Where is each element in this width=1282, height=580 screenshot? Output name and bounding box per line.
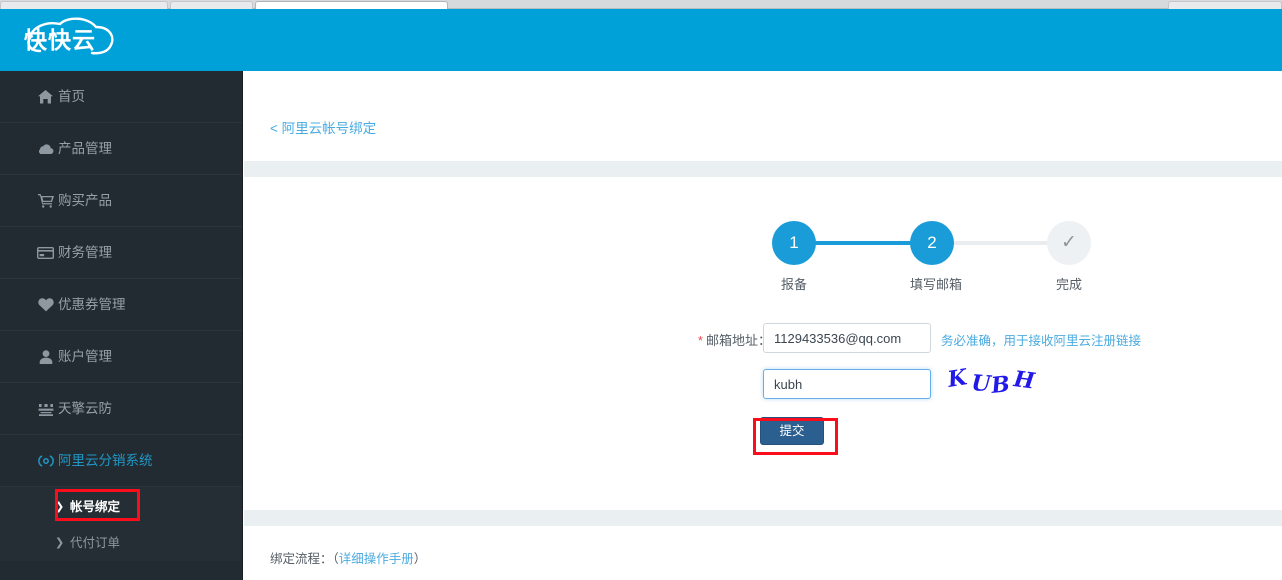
top-header-bar: 快快云 [0, 9, 1282, 71]
sidebar-item-label: 首页 [58, 89, 85, 104]
required-asterisk: * [697, 333, 703, 348]
check-icon: ✓ [1061, 232, 1077, 253]
shield-icon [37, 383, 54, 435]
binding-process-suffix: ） [413, 552, 427, 566]
stepper-step-2: 2 填写邮箱 [910, 221, 963, 293]
browser-tab-1[interactable] [0, 1, 168, 9]
sidebar-item-label: 购买产品 [58, 193, 112, 208]
logo-text: 快快云 [24, 28, 96, 54]
browser-tab-2[interactable] [170, 1, 253, 9]
card-gap-2 [244, 510, 1282, 526]
captcha-input[interactable] [763, 369, 931, 399]
heart-icon [37, 279, 54, 331]
sidebar-item-label: 财务管理 [58, 245, 112, 260]
submit-button[interactable]: 提交 [760, 417, 824, 445]
step-label: 报备 [780, 277, 807, 292]
sidebar-item-buy-product[interactable]: 购买产品 [0, 175, 242, 227]
sidebar-item-label: 优惠券管理 [58, 297, 126, 312]
manual-link[interactable]: 详细操作手册 [339, 552, 414, 566]
captcha-image[interactable]: K U B H [947, 367, 1047, 401]
main-content: < 阿里云帐号绑定 1 报备 2 填写邮箱 ✓ 完成 * 邮箱地址： 11294… [244, 71, 1282, 580]
step-label: 填写邮箱 [910, 277, 963, 292]
browser-tab-4[interactable] [1168, 1, 1282, 9]
stepper-step-3: ✓ 完成 [1047, 221, 1091, 293]
cart-icon [37, 175, 54, 227]
chevron-left-icon: < [270, 121, 278, 136]
sidebar-section-label: 阿里云分销系统 [58, 453, 153, 468]
sidebar-item-home[interactable]: 首页 [0, 71, 242, 123]
sidebar-item-account-management[interactable]: 账户管理 [0, 331, 242, 383]
brackets-circle-icon [37, 435, 54, 487]
site-logo[interactable]: 快快云 [18, 13, 122, 65]
svg-text:H: H [1011, 367, 1037, 395]
breadcrumb[interactable]: < 阿里云帐号绑定 [270, 117, 376, 137]
sidebar: 首页 产品管理 购买产品 财务管理 优惠券管理 账户管理 天擎云防 阿里云分销系… [0, 71, 243, 580]
home-icon [37, 71, 54, 123]
svg-text:K: K [947, 367, 970, 393]
breadcrumb-label: 阿里云帐号绑定 [281, 121, 377, 136]
binding-process-text: 绑定流程：（详细操作手册） [270, 548, 426, 567]
sidebar-item-finance-management[interactable]: 财务管理 [0, 227, 242, 279]
binding-process-card: 绑定流程：（详细操作手册） [244, 526, 1282, 580]
browser-tab-3-active[interactable] [255, 1, 448, 9]
svg-text:B: B [989, 371, 1011, 399]
sidebar-item-label: 产品管理 [58, 141, 112, 156]
step-circle-complete: ✓ [1047, 221, 1091, 265]
card-icon [37, 227, 54, 279]
stepper: 1 报备 2 填写邮箱 ✓ 完成 [772, 221, 1091, 295]
sidebar-subitem-account-binding[interactable]: ❯ 帐号绑定 [0, 489, 242, 525]
sidebar-subnav: ❯ 帐号绑定 ❯ 代付订单 [0, 487, 242, 561]
sidebar-item-product-management[interactable]: 产品管理 [0, 123, 242, 175]
binding-process-prefix: 绑定流程：（ [270, 552, 339, 566]
sidebar-item-label: 天擎云防 [58, 401, 112, 416]
chevron-right-icon: ❯ [55, 501, 65, 513]
sidebar-subitem-label: 代付订单 [70, 536, 121, 550]
sidebar-section-aliyun-distribution[interactable]: 阿里云分销系统 [0, 435, 242, 487]
breadcrumb-card: < 阿里云帐号绑定 [244, 71, 1282, 161]
step-circle: 1 [772, 221, 816, 265]
binding-form-card: 1 报备 2 填写邮箱 ✓ 完成 *邮箱地址： 务必准确，用于接收阿里云注册链接 [244, 177, 1282, 510]
step-label: 完成 [1055, 277, 1082, 292]
stepper-bar-2 [952, 241, 1049, 245]
email-label: * 邮箱地址： [681, 330, 771, 349]
cloud-icon [37, 123, 54, 175]
stepper-step-1: 1 报备 [772, 221, 816, 293]
sidebar-item-coupon-management[interactable]: 优惠券管理 [0, 279, 242, 331]
sidebar-subitem-proxy-orders[interactable]: ❯ 代付订单 [0, 525, 242, 561]
email-field[interactable] [763, 323, 931, 353]
sidebar-item-cloud-defense[interactable]: 天擎云防 [0, 383, 242, 435]
email-helper-text: 务必准确，用于接收阿里云注册链接 [941, 334, 1142, 348]
email-label-text: 邮箱地址： [705, 333, 771, 348]
chevron-right-icon: ❯ [55, 537, 65, 549]
stepper-bar-1 [814, 241, 912, 245]
sidebar-item-label: 账户管理 [58, 349, 112, 364]
user-icon [37, 331, 54, 383]
card-gap [244, 161, 1282, 177]
sidebar-subitem-label: 帐号绑定 [70, 500, 121, 514]
step-circle: 2 [910, 221, 954, 265]
browser-tab-strip [0, 0, 1282, 9]
